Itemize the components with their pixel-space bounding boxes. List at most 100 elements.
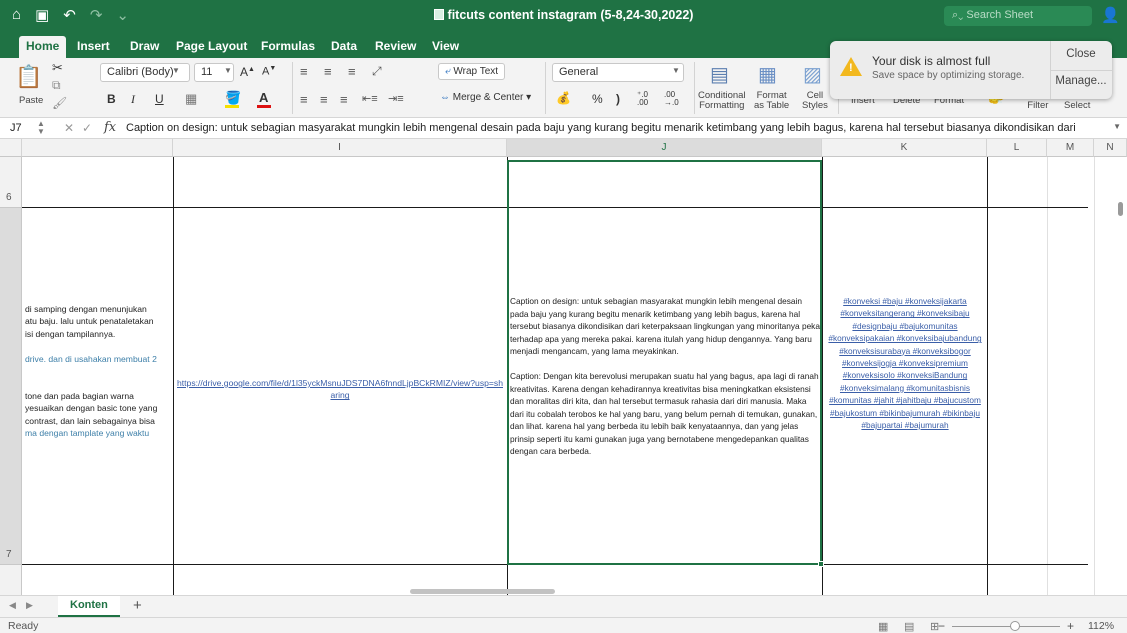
search-icon: ⌕⌄	[952, 9, 967, 21]
format-as-table-button[interactable]: Format as Table	[754, 91, 789, 111]
name-box-stepper-icon[interactable]: ▲ ▼	[37, 120, 45, 136]
sheet-tab-bar: ◀ ▶ Konten +	[0, 595, 1127, 618]
disk-full-notification: ! Your disk is almost full Save space by…	[830, 41, 1112, 99]
tab-home[interactable]: Home	[19, 36, 67, 59]
expand-formula-bar-icon[interactable]: ▼	[1113, 122, 1121, 131]
merge-center-button[interactable]: ⇔ Merge & Center ▾	[440, 92, 531, 103]
increase-indent-icon[interactable]: ⇥≡	[388, 92, 404, 105]
accounting-format-icon[interactable]: 💰	[556, 91, 571, 105]
ribbon-separator	[694, 62, 695, 114]
cell-h7[interactable]: di samping dengan menunjukan atu baju. l…	[25, 303, 171, 439]
formula-input[interactable]: Caption on design: untuk sebagian masyar…	[126, 122, 1111, 134]
underline-button[interactable]: U	[155, 92, 164, 106]
zoom-out-button[interactable]: −	[938, 619, 945, 633]
title-bar: ⌂ ▣ ↶ ↷ ⌄ fitcuts content instagram (5-8…	[0, 0, 1127, 32]
tab-formulas[interactable]: Formulas	[261, 39, 315, 53]
sheet-tab-konten[interactable]: Konten	[58, 596, 120, 618]
column-header-n[interactable]: N	[1094, 139, 1127, 157]
grid-line	[1094, 157, 1095, 595]
row-header-8[interactable]	[0, 565, 22, 595]
zoom-slider[interactable]	[952, 626, 1060, 627]
conditional-formatting-icon[interactable]: ▤	[710, 62, 729, 87]
tab-view[interactable]: View	[432, 39, 459, 53]
shrink-font-icon[interactable]: A▼	[262, 65, 276, 78]
column-header-k[interactable]: K	[822, 139, 987, 157]
cell-k7[interactable]: #konveksi #baju #konveksijakarta #konvek…	[824, 295, 986, 431]
status-ready: Ready	[8, 620, 39, 632]
notification-message: Save space by optimizing storage.	[872, 70, 1025, 81]
column-header-l[interactable]: L	[987, 139, 1047, 157]
decrease-decimal-icon[interactable]: .00 →.0	[664, 91, 679, 107]
notification-close-button[interactable]: Close	[1052, 48, 1110, 60]
tab-insert[interactable]: Insert	[77, 39, 110, 53]
orientation-icon[interactable]: ⤢	[372, 64, 382, 79]
column-header-i[interactable]: I	[173, 139, 507, 157]
fill-color-icon[interactable]: 🪣	[225, 90, 241, 106]
grid-line	[22, 564, 1088, 565]
enter-icon[interactable]: ✓	[82, 121, 92, 135]
format-as-table-icon[interactable]: ▦	[758, 62, 777, 87]
font-color-icon[interactable]: A	[259, 90, 268, 105]
share-user-icon[interactable]: 👤	[1101, 6, 1120, 24]
format-painter-icon[interactable]: 🖌	[52, 96, 67, 110]
row-header-7[interactable]: 7	[0, 208, 22, 565]
bold-button[interactable]: B	[107, 92, 116, 106]
next-sheet-icon[interactable]: ▶	[26, 600, 33, 611]
align-middle-icon[interactable]: ≡	[324, 64, 332, 79]
search-sheet-input[interactable]: ⌕⌄ Search Sheet	[944, 6, 1092, 26]
align-top-icon[interactable]: ≡	[300, 64, 308, 79]
ribbon-separator	[545, 62, 546, 114]
grid-line	[987, 157, 988, 595]
status-bar: Ready ▦ ▤ ⊞ − + 112%	[0, 617, 1127, 633]
align-left-icon[interactable]: ≡	[300, 92, 308, 107]
chevron-down-icon: ▼	[224, 66, 232, 75]
name-box[interactable]: J7	[10, 122, 22, 134]
prev-sheet-icon[interactable]: ◀	[9, 600, 16, 611]
select-all-corner[interactable]	[0, 139, 22, 157]
add-sheet-icon[interactable]: +	[133, 597, 142, 614]
copy-icon[interactable]: ⧉	[52, 78, 61, 93]
grow-font-icon[interactable]: A▲	[240, 65, 255, 79]
cell-j7[interactable]: Caption on design: untuk sebagian masyar…	[510, 295, 820, 458]
column-header-h[interactable]	[22, 139, 173, 157]
increase-decimal-icon[interactable]: ⁺.0.00	[637, 91, 648, 107]
normal-view-icon[interactable]: ▦	[878, 620, 888, 633]
zoom-level[interactable]: 112%	[1088, 620, 1114, 632]
comma-style-button[interactable]: )	[616, 92, 620, 106]
font-color-swatch	[257, 105, 271, 108]
tab-draw[interactable]: Draw	[130, 39, 159, 53]
tab-page-layout[interactable]: Page Layout	[176, 39, 247, 53]
chevron-down-icon: ▼	[172, 66, 180, 75]
conditional-formatting-button[interactable]: Conditional Formatting	[698, 91, 746, 111]
grid-line	[22, 207, 1088, 208]
notification-manage-button[interactable]: Manage...	[1052, 75, 1110, 87]
percent-style-button[interactable]: %	[592, 92, 603, 106]
column-header-j[interactable]: J	[507, 139, 822, 157]
paste-button[interactable]: Paste	[19, 95, 43, 106]
column-header-m[interactable]: M	[1047, 139, 1094, 157]
align-right-icon[interactable]: ≡	[340, 92, 348, 107]
decrease-indent-icon[interactable]: ⇤≡	[362, 92, 378, 105]
insert-function-button[interactable]: fx	[104, 120, 116, 135]
italic-button[interactable]: I	[131, 92, 135, 107]
row-header-6[interactable]: 6	[0, 157, 22, 208]
vertical-scrollbar[interactable]	[1118, 202, 1123, 216]
number-format-select[interactable]: General	[552, 63, 684, 82]
borders-icon[interactable]: ▦	[185, 91, 197, 107]
cell-styles-button[interactable]: Cell Styles	[802, 91, 828, 111]
cell-i7-link[interactable]: https://drive.google.com/file/d/1l35yckM…	[176, 377, 504, 402]
cut-icon[interactable]: ✂	[52, 60, 63, 76]
zoom-in-button[interactable]: +	[1067, 619, 1074, 633]
zoom-slider-thumb[interactable]	[1010, 621, 1020, 631]
align-center-icon[interactable]: ≡	[320, 92, 328, 107]
wrap-text-button[interactable]: ⤶ Wrap Text	[438, 63, 506, 80]
ribbon-separator	[292, 62, 293, 114]
cell-styles-icon[interactable]: ▨	[803, 62, 822, 87]
horizontal-scrollbar[interactable]	[410, 589, 555, 594]
align-bottom-icon[interactable]: ≡	[348, 64, 356, 79]
paste-icon[interactable]: 📋	[15, 64, 42, 90]
tab-data[interactable]: Data	[331, 39, 357, 53]
cancel-icon[interactable]: ✕	[64, 121, 74, 135]
tab-review[interactable]: Review	[375, 39, 416, 53]
page-layout-view-icon[interactable]: ▤	[904, 620, 914, 633]
